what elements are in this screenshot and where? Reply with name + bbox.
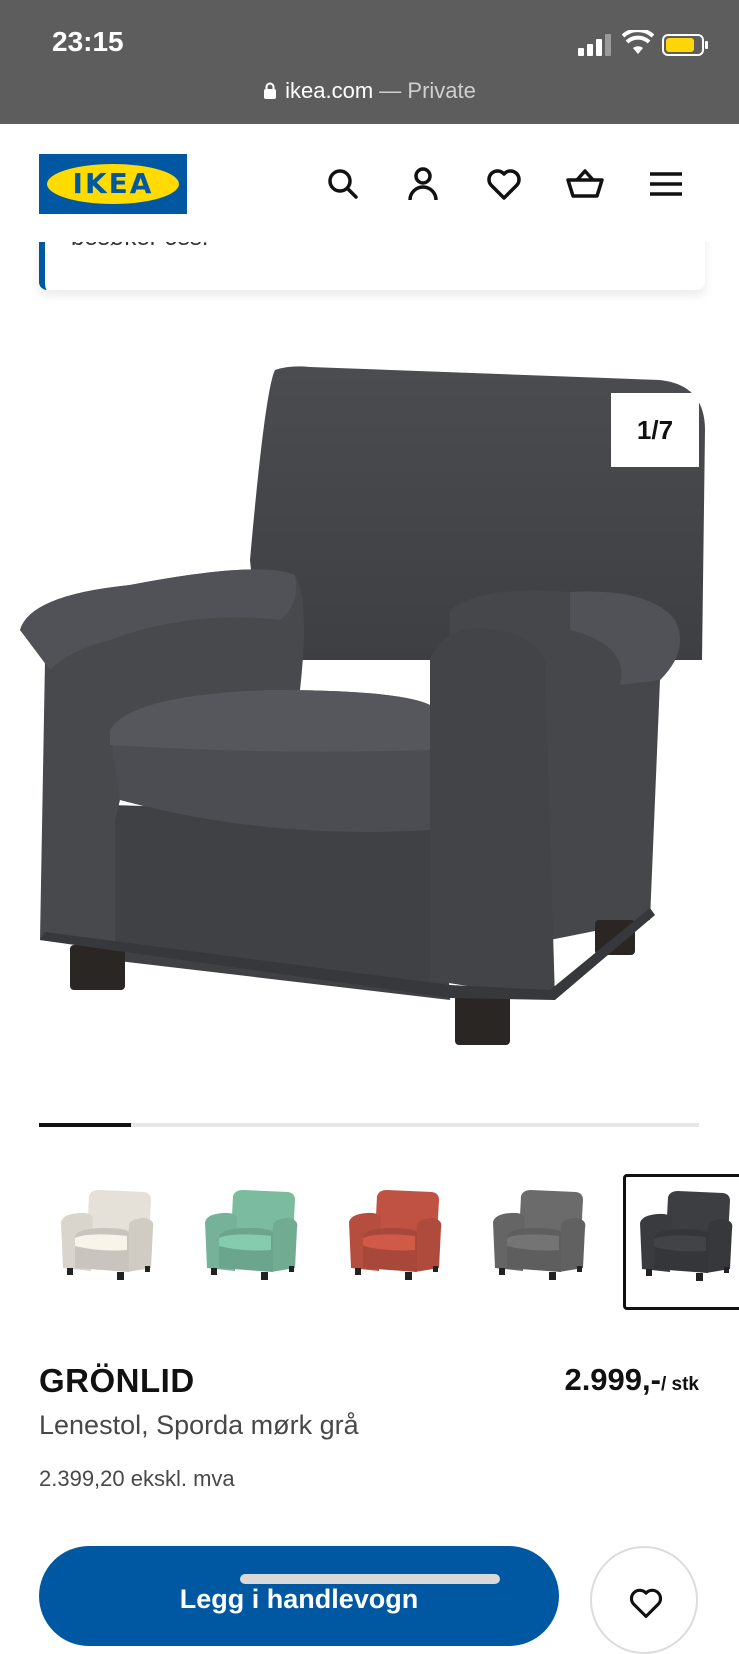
ikea-logo[interactable]: IKEA (39, 154, 187, 214)
logo-text: IKEA (72, 167, 154, 200)
menu-icon[interactable] (646, 164, 686, 204)
variant-thumb-grey[interactable] (481, 1176, 601, 1306)
account-icon[interactable] (403, 164, 443, 204)
address-bar[interactable]: ikea.com — Private (0, 78, 739, 104)
home-indicator (240, 1574, 500, 1584)
private-label: — Private (373, 78, 476, 103)
heart-outline-icon (629, 1588, 663, 1618)
price-excl-vat: 2.399,20 ekskl. mva (39, 1466, 235, 1491)
product-description: Lenestol, Sporda mørk grå (39, 1410, 359, 1440)
shopping-bag-icon[interactable] (565, 164, 605, 204)
add-to-cart-button[interactable]: Legg i handlevogn (39, 1546, 559, 1646)
variant-thumb-green[interactable] (193, 1176, 313, 1306)
cellular-signal-icon (578, 34, 611, 56)
image-counter: 1/7 (611, 393, 699, 467)
clock: 23:15 (52, 26, 124, 57)
battery-icon (662, 34, 708, 56)
wifi-icon (622, 30, 654, 54)
search-icon[interactable] (323, 164, 363, 204)
heart-icon[interactable] (484, 164, 524, 204)
gallery-progress-bar (39, 1123, 699, 1127)
favourite-button[interactable] (590, 1546, 698, 1654)
variant-thumb-red[interactable] (337, 1176, 457, 1306)
price-unit: / stk (660, 1374, 699, 1395)
gallery-progress-fill (39, 1123, 132, 1127)
url-domain: ikea.com (285, 78, 374, 103)
variant-thumb-dark-grey[interactable] (623, 1174, 739, 1310)
lock-icon (264, 82, 277, 99)
product-name: GRÖNLID (39, 1362, 195, 1399)
price-value: 2.999,- (564, 1362, 661, 1397)
status-bar: 23:15 ikea.com — Private (0, 0, 739, 124)
product-image[interactable] (10, 360, 730, 1080)
product-price: 2.999,-/ stk (564, 1362, 699, 1398)
variant-thumbnails (39, 1174, 739, 1316)
variant-thumb-white[interactable] (49, 1176, 169, 1306)
site-header: IKEA (0, 124, 739, 242)
